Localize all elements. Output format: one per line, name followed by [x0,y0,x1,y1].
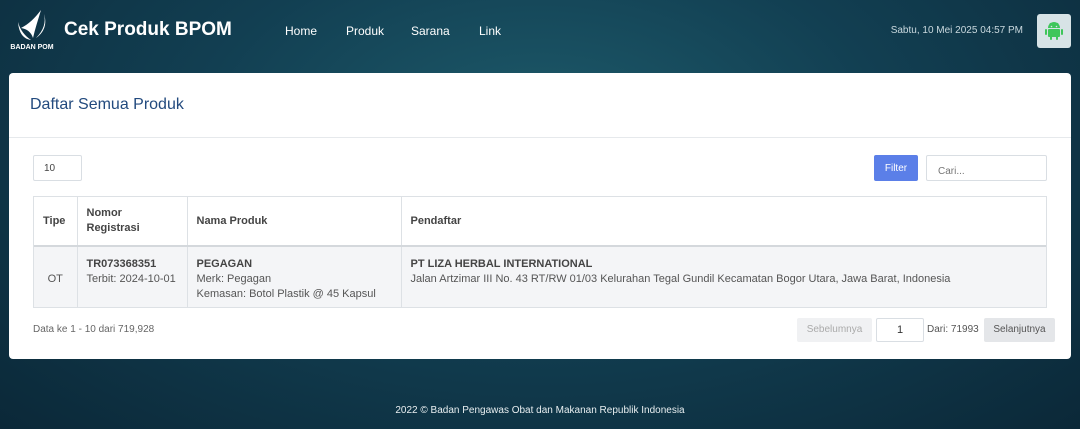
android-icon [1045,22,1063,40]
product-brand: Merk: Pegagan [196,273,272,285]
product-table: Tipe Nomor Registrasi Nama Produk Pendaf… [33,196,1047,308]
header-tipe[interactable]: Tipe [34,197,78,247]
product-packaging: Kemasan: Botol Plastik @ 45 Kapsul [196,288,376,300]
logo-text: BADAN POM [10,44,54,51]
header-nomor-registrasi[interactable]: Nomor Registrasi [77,197,188,247]
issue-date: Terbit: 2024-10-01 [86,273,176,285]
search-input[interactable] [926,155,1047,181]
page-number-input[interactable]: 1 [876,318,924,342]
card-title: Daftar Semua Produk [30,96,184,113]
datetime: Sabtu, 10 Mei 2025 04:57 PM [890,25,1023,36]
nav-link[interactable]: Link [479,24,501,38]
badan-pom-logo[interactable]: BADAN POM [8,8,56,54]
registration-number[interactable]: TR073368351 [87,257,178,272]
header-nama-produk[interactable]: Nama Produk [187,197,402,247]
previous-page-button[interactable]: Sebelumnya [797,318,872,342]
brand-title[interactable]: Cek Produk BPOM [64,19,232,41]
android-app-button[interactable] [1037,14,1071,48]
table-row[interactable]: OT TR073368351 Terbit: 2024-10-01 PEGAGA… [34,246,1046,307]
bpom-emblem-icon [18,10,46,40]
next-page-button[interactable]: Selanjutnya [984,318,1055,342]
registrant-name: PT LIZA HERBAL INTERNATIONAL [410,258,593,270]
product-name[interactable]: PEGAGAN [197,257,392,272]
total-pages-label: Dari: 71993 [927,324,979,335]
table-header-row: Tipe Nomor Registrasi Nama Produk Pendaf… [34,197,1046,247]
nav-produk[interactable]: Produk [346,24,384,38]
navbar: BADAN POM Cek Produk BPOM Home Produk Sa… [0,0,1080,68]
footer-text: 2022 © Badan Pengawas Obat dan Makanan R… [395,405,685,416]
product-list-card: Daftar Semua Produk 10 Filter Tipe Nomor… [9,73,1071,359]
card-divider [9,137,1071,138]
nav-home[interactable]: Home [285,24,317,38]
page-length-select[interactable]: 10 [33,155,82,181]
pagination-info: Data ke 1 - 10 dari 719,928 [33,324,155,335]
nav-sarana[interactable]: Sarana [411,24,450,38]
cell-nomor: TR073368351 Terbit: 2024-10-01 [77,246,188,307]
registrant-address: Jalan Artzimar III No. 43 RT/RW 01/03 Ke… [410,273,951,285]
cell-nama: PEGAGAN Merk: Pegagan Kemasan: Botol Pla… [187,246,402,307]
header-pendaftar[interactable]: Pendaftar [401,197,1046,247]
filter-button[interactable]: Filter [874,155,918,181]
cell-pendaftar: PT LIZA HERBAL INTERNATIONAL Jalan Artzi… [401,246,1046,307]
cell-tipe: OT [34,246,78,307]
